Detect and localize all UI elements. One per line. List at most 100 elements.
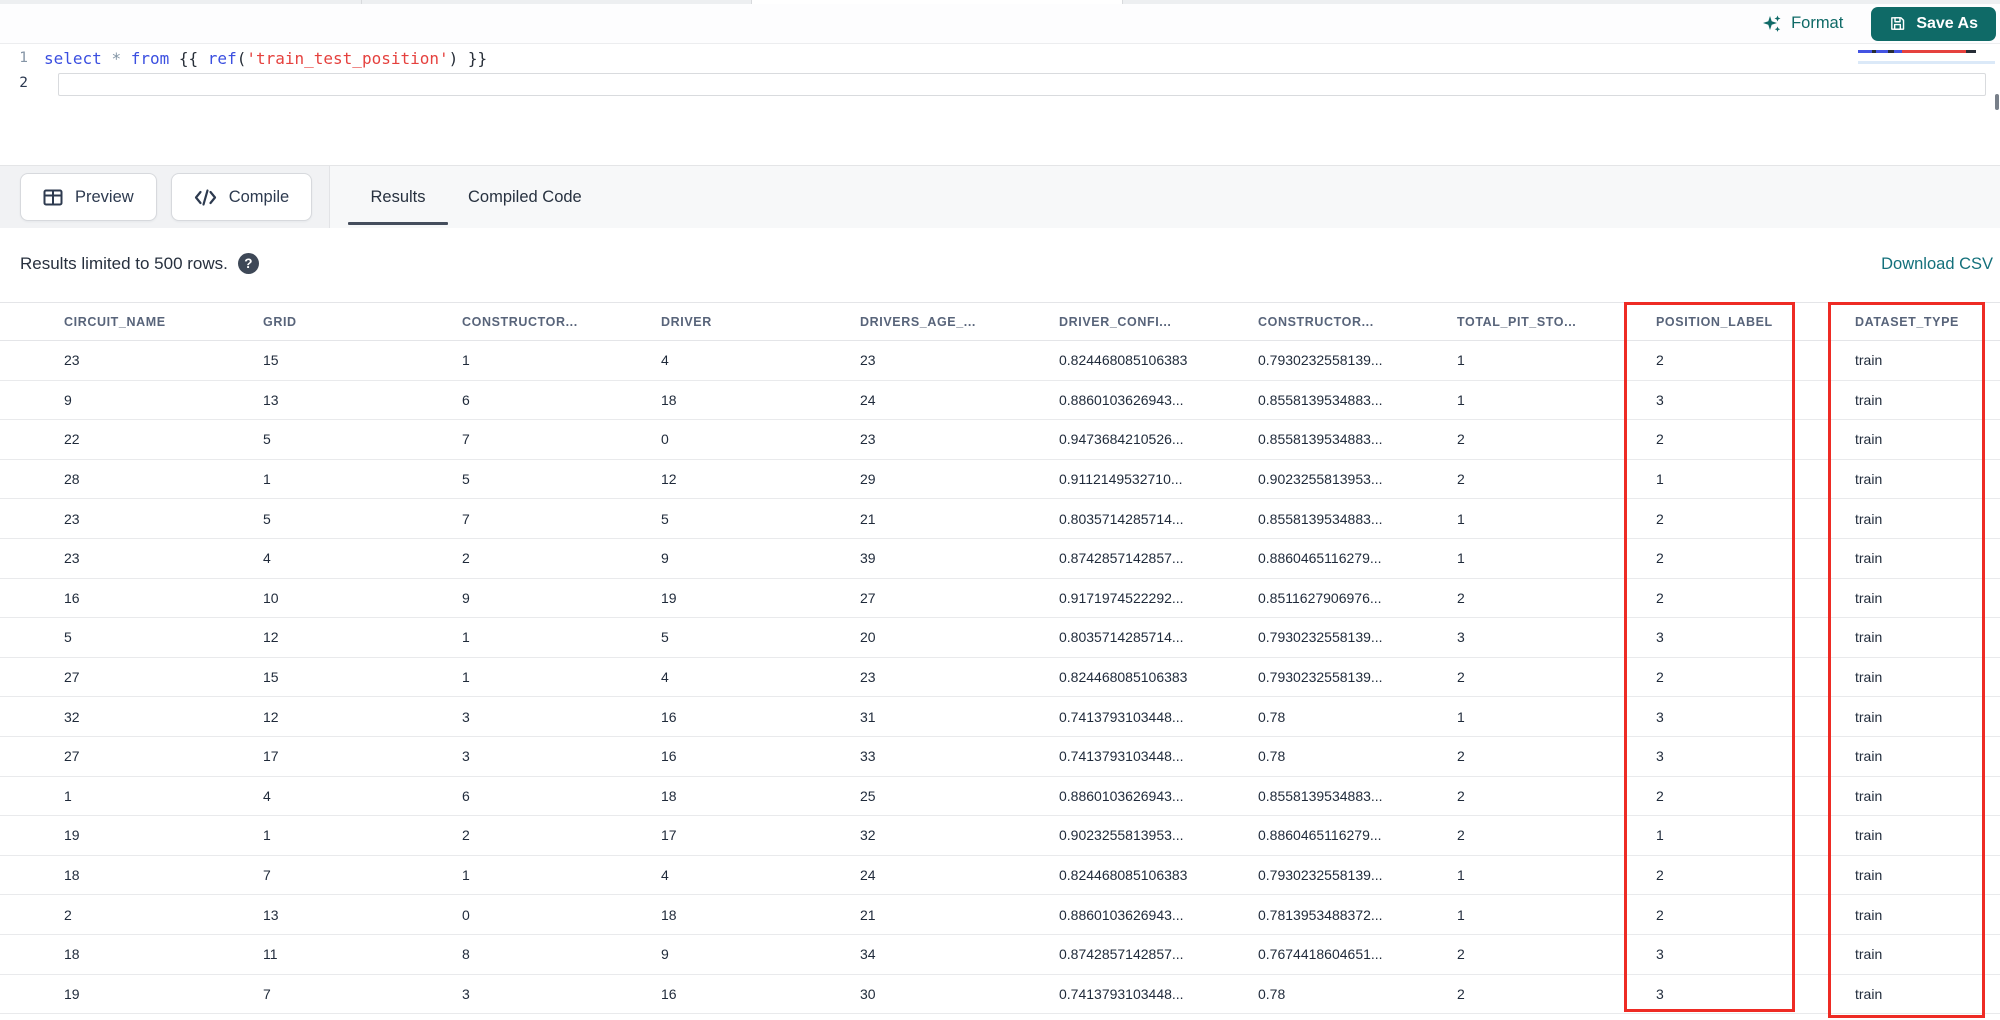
table-cell: 2 — [1457, 471, 1465, 488]
table-cell: 0.7930232558139... — [1258, 352, 1383, 369]
editor-scrollbar-thumb[interactable] — [1995, 94, 1999, 110]
table-cell: 0.8860103626943... — [1059, 787, 1184, 804]
save-as-button[interactable]: Save As — [1871, 6, 1996, 41]
code-token: from — [130, 49, 170, 68]
table-cell: 30 — [860, 985, 876, 1002]
table-cell: 7 — [263, 867, 271, 884]
format-label: Format — [1791, 14, 1844, 32]
preview-button[interactable]: Preview — [20, 173, 157, 221]
table-cell: 34 — [860, 946, 876, 963]
editor-header-bar: Format Save As — [0, 4, 2000, 44]
table-cell: 0.8558139534883... — [1258, 787, 1383, 804]
table-cell: 18 — [661, 906, 677, 923]
table-cell: 2 — [1457, 827, 1465, 844]
table-cell: 2 — [1457, 669, 1465, 686]
table-cell: 4 — [661, 352, 669, 369]
table-cell: 18 — [661, 391, 677, 408]
editor-minimap[interactable] — [1858, 48, 1995, 108]
table-cell: 13 — [263, 906, 279, 923]
table-cell: 33 — [860, 748, 876, 765]
table-cell: 0.7813953488372... — [1258, 906, 1383, 923]
table-cell: 3 — [462, 985, 470, 1002]
question-mark-circle-icon[interactable]: ? — [237, 253, 259, 274]
table-cell: 6 — [462, 391, 470, 408]
table-body: 23 15 1 4 23 0.824468085106383 0.7930232558139… — [0, 341, 2000, 1015]
table-cell: 18 — [64, 946, 80, 963]
table-cell: 1 — [462, 352, 470, 369]
table-cell: 19 — [64, 827, 80, 844]
table-cell: 4 — [263, 550, 271, 567]
table-cell: 0.7413793103448... — [1059, 748, 1184, 765]
table-cell: 2 — [1457, 946, 1465, 963]
table-cell: 3 — [462, 748, 470, 765]
table-cell: 2 — [1656, 550, 1664, 567]
table-cell: 2 — [1656, 589, 1664, 606]
toolbar-button-group: Preview Compile — [0, 166, 330, 228]
table-cell: 3 — [1656, 985, 1664, 1002]
column-header: CONSTRUCTOR... — [462, 314, 578, 329]
table-cell: 0.78 — [1258, 748, 1286, 765]
table-cell: 17 — [263, 748, 279, 765]
table-cell: 0.9112149532710... — [1059, 471, 1183, 488]
column-header: TOTAL_PIT_STO... — [1457, 314, 1577, 329]
column-header: GRID — [263, 314, 297, 329]
column-header: POSITION_LABEL — [1656, 314, 1773, 329]
table-cell: 12 — [263, 708, 279, 725]
table-cell: 2 — [1457, 748, 1465, 765]
table-cell: train — [1855, 669, 1883, 686]
table-cell: 0.78 — [1258, 985, 1286, 1002]
results-table: CIRCUIT_NAME GRID CONSTRUCTOR... DRIVER DRIV… — [0, 302, 2000, 1020]
table-cell: 1 — [1656, 471, 1664, 488]
table-cell: 6 — [462, 787, 470, 804]
code-token: ( — [236, 49, 247, 68]
tab-results[interactable]: Results — [348, 166, 448, 228]
format-button[interactable]: Format — [1762, 14, 1843, 34]
tab-compiled-code[interactable]: Compiled Code — [468, 166, 582, 228]
table-cell: 0.8860103626943... — [1059, 906, 1184, 923]
code-token: }} — [458, 49, 488, 68]
table-cell: 2 — [462, 827, 470, 844]
table-cell: 16 — [661, 985, 677, 1002]
table-cell: train — [1855, 550, 1883, 567]
table-cell: 0.8860465116279... — [1258, 550, 1382, 567]
table-cell: 0.8742857142857... — [1059, 946, 1184, 963]
table-cell: 2 — [1656, 906, 1664, 923]
table-cell: 9 — [64, 391, 72, 408]
download-csv-link[interactable]: Download CSV — [1881, 255, 1993, 274]
preview-label: Preview — [75, 187, 134, 206]
table-cell: 23 — [860, 352, 876, 369]
table-row: 27 17 3 16 33 0.7413793103448... 0.78 2 3 train — [0, 737, 2000, 777]
table-cell: 1 — [1457, 708, 1465, 725]
code-token: {{ — [178, 49, 208, 68]
table-cell: 1 — [263, 471, 271, 488]
line-number: 2 — [19, 75, 28, 91]
table-cell: 3 — [462, 708, 470, 725]
row-limit-note: Results limited to 500 rows. ? — [20, 253, 259, 274]
table-cell: 1 — [462, 669, 470, 686]
table-cell: 3 — [1656, 391, 1664, 408]
table-cell: 24 — [860, 867, 876, 884]
table-cell: 13 — [263, 391, 279, 408]
table-row: 19 7 3 16 30 0.7413793103448... 0.78 2 3 train — [0, 975, 2000, 1015]
table-cell: 9 — [462, 589, 470, 606]
table-cell: 1 — [64, 787, 72, 804]
table-cell: 39 — [860, 550, 876, 567]
code-token: 'train_test_position' — [246, 49, 449, 68]
compile-button[interactable]: Compile — [170, 173, 313, 221]
sql-editor[interactable]: 1 select * from {{ ref('train_test_positi… — [0, 44, 2000, 165]
table-cell: 27 — [860, 589, 876, 606]
table-cell: 23 — [860, 669, 876, 686]
save-as-label: Save As — [1916, 14, 1978, 32]
code-brackets-icon — [194, 188, 217, 206]
table-cell: 5 — [462, 471, 470, 488]
compile-label: Compile — [228, 187, 290, 206]
table-cell: 1 — [462, 867, 470, 884]
code-line-1[interactable]: 1 select * from {{ ref('train_test_positi… — [0, 46, 2000, 71]
table-cell: 0.8558139534883... — [1258, 391, 1383, 408]
table-row: 23 5 7 5 21 0.8035714285714... 0.8558139534883… — [0, 499, 2000, 539]
table-cell: 2 — [64, 906, 72, 923]
table-cell: train — [1855, 985, 1883, 1002]
table-cell: 0.824468085106383 — [1059, 669, 1188, 686]
table-cell: 5 — [661, 510, 669, 527]
table-cell: 0.7930232558139... — [1258, 669, 1383, 686]
